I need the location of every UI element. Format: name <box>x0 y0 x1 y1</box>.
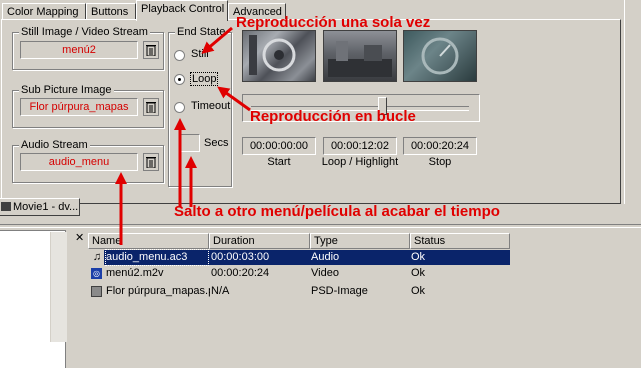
annotation-arrows <box>115 26 251 245</box>
arrow-to-still <box>201 26 233 54</box>
annotation-loop-play: Reproducción en bucle <box>250 108 416 125</box>
tab-playback-control[interactable]: Playback Control <box>136 0 228 21</box>
annotation-timeout: Salto a otro menú/película al acabar el … <box>174 203 500 220</box>
annotation-single-play: Reproducción una sola vez <box>236 14 431 31</box>
arrow-to-loop <box>217 86 251 112</box>
